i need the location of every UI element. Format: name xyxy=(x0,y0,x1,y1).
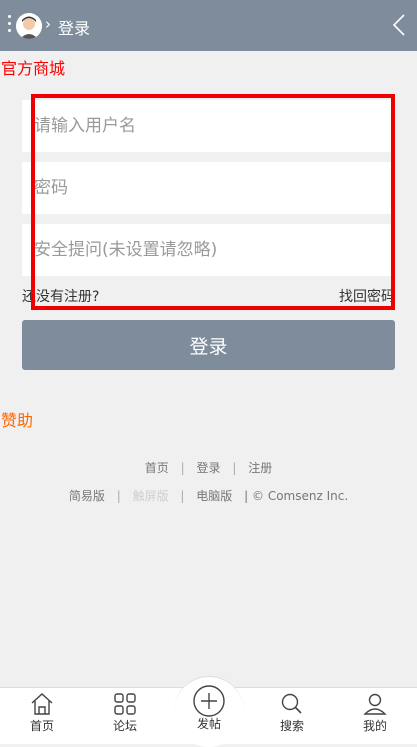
nav-search-label: 搜索 xyxy=(279,719,304,733)
footer-divider: | xyxy=(180,461,185,475)
footer-divider: | xyxy=(232,461,237,475)
bottom-nav: 首页 论坛 发帖 搜索 我的 xyxy=(0,676,417,747)
nav-forum[interactable]: 论坛 xyxy=(95,688,155,744)
avatar[interactable] xyxy=(16,13,42,39)
site-title[interactable]: 官方商城 xyxy=(1,55,65,79)
nav-me-label: 我的 xyxy=(362,719,387,733)
sponsor-heading: 赞助 xyxy=(1,411,34,430)
home-icon xyxy=(31,693,53,715)
security-question-select[interactable] xyxy=(22,224,395,276)
login-button[interactable]: 登录 xyxy=(22,320,395,370)
register-link[interactable]: 还没有注册? xyxy=(22,286,99,306)
copyright: | © Comsenz Inc. xyxy=(244,489,349,503)
password-input[interactable] xyxy=(22,162,395,214)
nav-search[interactable]: 搜索 xyxy=(262,688,322,744)
footer-divider: | xyxy=(116,489,121,503)
nav-home-label: 首页 xyxy=(29,719,54,733)
footer-link-register[interactable]: 注册 xyxy=(248,461,272,475)
version-desktop[interactable]: 电脑版 xyxy=(196,489,232,503)
nav-forum-label: 论坛 xyxy=(112,719,137,733)
menu-dots-icon[interactable] xyxy=(8,15,11,35)
top-header: › 登录 xyxy=(0,0,417,51)
nav-post-label: 发帖 xyxy=(196,717,221,731)
back-icon[interactable] xyxy=(391,13,407,37)
nav-home[interactable]: 首页 xyxy=(12,688,72,744)
username-input[interactable] xyxy=(22,100,395,152)
link-row: 还没有注册? 找回密码 xyxy=(22,286,395,306)
version-touch: 触屏版 xyxy=(132,489,169,503)
footer-versions: 简易版 | 触屏版 | 电脑版 | © Comsenz Inc. xyxy=(0,487,417,504)
search-icon xyxy=(281,693,302,714)
grid-icon xyxy=(114,693,136,715)
login-form xyxy=(22,100,395,286)
version-simple[interactable]: 简易版 xyxy=(69,489,105,503)
user-icon xyxy=(363,693,387,715)
footer-link-home[interactable]: 首页 xyxy=(145,461,169,475)
nav-post[interactable]: 发帖 xyxy=(179,685,239,744)
page-title: 登录 xyxy=(58,19,91,38)
footer-links: 首页 | 登录 | 注册 xyxy=(0,459,417,476)
forgot-password-link[interactable]: 找回密码 xyxy=(339,286,395,306)
footer-divider: | xyxy=(180,489,185,503)
plus-circle-icon xyxy=(193,685,225,717)
nav-me[interactable]: 我的 xyxy=(345,688,405,744)
footer-link-login[interactable]: 登录 xyxy=(196,461,220,475)
breadcrumb-separator: › xyxy=(45,15,51,33)
